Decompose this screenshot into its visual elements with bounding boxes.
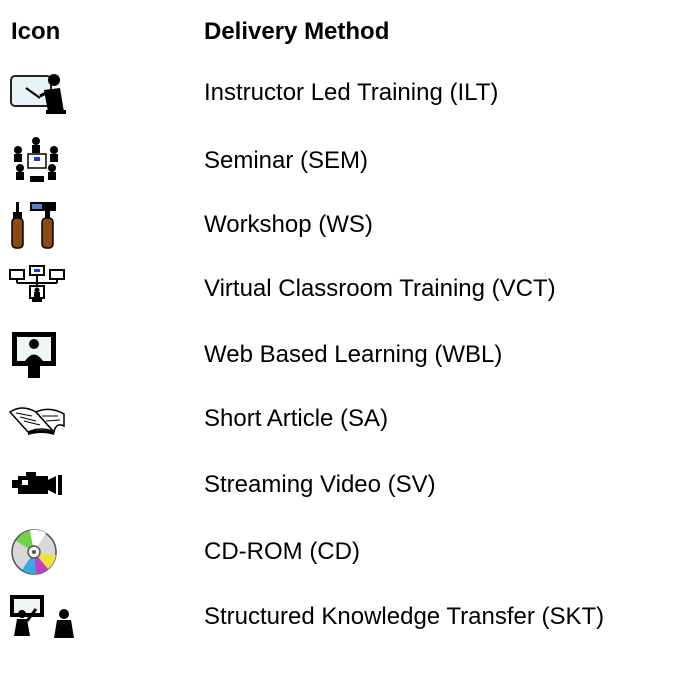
method-row-sa: Short Article (SA) xyxy=(0,389,694,449)
method-label: CD-ROM (CD) xyxy=(204,538,360,565)
method-row-ws: Workshop (WS) xyxy=(0,195,694,255)
network-computers-icon xyxy=(8,264,68,314)
method-label: Instructor Led Training (ILT) xyxy=(204,79,499,106)
method-row-wbl: Web Based Learning (WBL) xyxy=(0,325,694,385)
tools-icon xyxy=(8,200,68,250)
delivery-method-column-header: Delivery Method xyxy=(204,18,390,45)
seminar-group-icon xyxy=(8,136,68,186)
monitor-person-icon xyxy=(8,330,68,380)
method-label: Workshop (WS) xyxy=(204,211,373,238)
delivery-method-legend: Icon Delivery Method Instructor Led Trai… xyxy=(0,0,694,690)
method-label: Streaming Video (SV) xyxy=(204,471,436,498)
method-row-ilt: Instructor Led Training (ILT) xyxy=(0,63,694,123)
method-row-sv: Streaming Video (SV) xyxy=(0,455,694,515)
instructor-icon xyxy=(8,68,68,118)
legend-header: Icon Delivery Method xyxy=(0,14,694,50)
method-row-vct: Virtual Classroom Training (VCT) xyxy=(0,259,694,319)
method-label: Structured Knowledge Transfer (SKT) xyxy=(204,603,605,630)
method-label: Virtual Classroom Training (VCT) xyxy=(204,275,556,302)
open-book-icon xyxy=(8,394,68,444)
method-row-skt: Structured Knowledge Transfer (SKT) xyxy=(0,587,694,647)
video-camera-icon xyxy=(8,460,68,510)
method-label: Seminar (SEM) xyxy=(204,147,369,174)
presenter-board-icon xyxy=(8,592,80,642)
icon-column-header: Icon xyxy=(11,18,61,45)
method-label: Web Based Learning (WBL) xyxy=(204,341,503,368)
method-row-sem: Seminar (SEM) xyxy=(0,131,694,191)
cd-rom-icon xyxy=(8,527,68,577)
method-row-cd: CD-ROM (CD) xyxy=(0,522,694,582)
method-label: Short Article (SA) xyxy=(204,405,389,432)
